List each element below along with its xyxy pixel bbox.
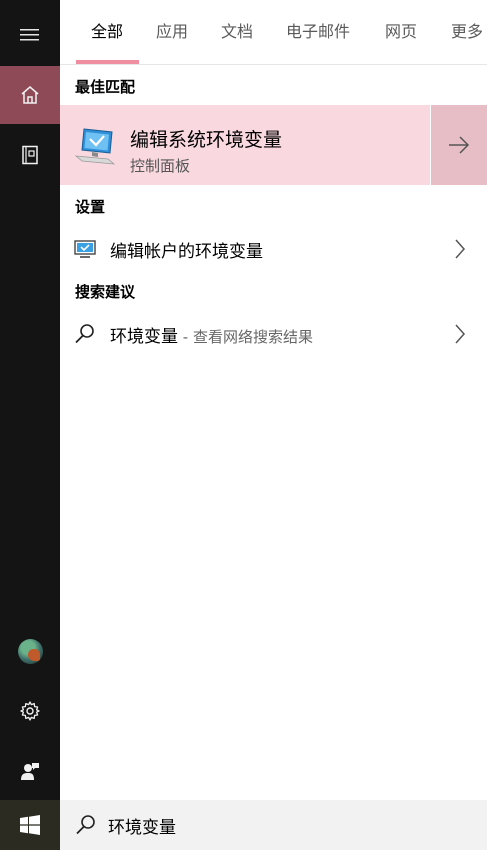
tab-more[interactable]: 更多 — [451, 0, 483, 64]
settings-button[interactable] — [0, 682, 60, 740]
search-icon — [75, 324, 94, 344]
search-bar[interactable] — [60, 800, 487, 850]
active-tab-indicator — [76, 60, 139, 64]
monitor-icon — [74, 128, 116, 165]
windows-logo-icon — [20, 815, 40, 835]
notebook-icon — [22, 145, 38, 165]
tab-all[interactable]: 全部 — [91, 0, 123, 64]
left-rail — [0, 0, 60, 850]
suggestion-item[interactable]: 环境变量 - 查看网络搜索结果 — [60, 312, 487, 356]
tab-email[interactable]: 电子邮件 — [286, 0, 350, 64]
tab-web[interactable]: 网页 — [385, 0, 417, 64]
section-suggestions: 搜索建议 — [75, 283, 136, 301]
suggestion-label: 环境变量 - 查看网络搜索结果 — [110, 322, 313, 347]
feedback-icon — [21, 763, 39, 780]
suggestion-query: 环境变量 — [110, 327, 178, 347]
filter-tabs: 全部 应用 文档 电子邮件 网页 更多 — [60, 0, 487, 65]
start-button[interactable] — [0, 800, 60, 850]
best-match-item[interactable]: 编辑系统环境变量 控制面板 — [60, 105, 430, 185]
search-panel: 全部 应用 文档 电子邮件 网页 更多 最佳匹配 编辑系统环境变量 控制面板 设… — [60, 0, 487, 850]
feedback-button[interactable] — [0, 742, 60, 800]
search-input[interactable] — [108, 812, 468, 838]
search-icon — [76, 815, 95, 835]
gear-icon — [20, 701, 40, 721]
settings-result-item[interactable]: 编辑帐户的环境变量 — [60, 227, 487, 271]
hamburger-button[interactable] — [0, 6, 60, 64]
best-match-title: 编辑系统环境变量 — [130, 129, 283, 151]
monitor-icon — [74, 240, 96, 258]
chevron-right-icon — [455, 324, 466, 344]
open-best-match-button[interactable] — [430, 105, 487, 185]
home-icon — [21, 86, 39, 104]
tab-apps[interactable]: 应用 — [156, 0, 188, 64]
chevron-right-icon — [455, 239, 466, 259]
suggestion-suffix: - 查看网络搜索结果 — [178, 328, 313, 346]
notebook-button[interactable] — [0, 126, 60, 184]
best-match-subtitle: 控制面板 — [130, 157, 191, 175]
section-settings: 设置 — [75, 198, 106, 216]
tab-documents[interactable]: 文档 — [221, 0, 253, 64]
settings-result-label: 编辑帐户的环境变量 — [110, 242, 263, 262]
avatar — [17, 638, 43, 664]
hamburger-icon — [20, 29, 39, 41]
home-button[interactable] — [0, 66, 60, 124]
arrow-right-icon — [449, 136, 470, 154]
account-button[interactable] — [0, 622, 60, 680]
section-best-match: 最佳匹配 — [75, 78, 136, 96]
